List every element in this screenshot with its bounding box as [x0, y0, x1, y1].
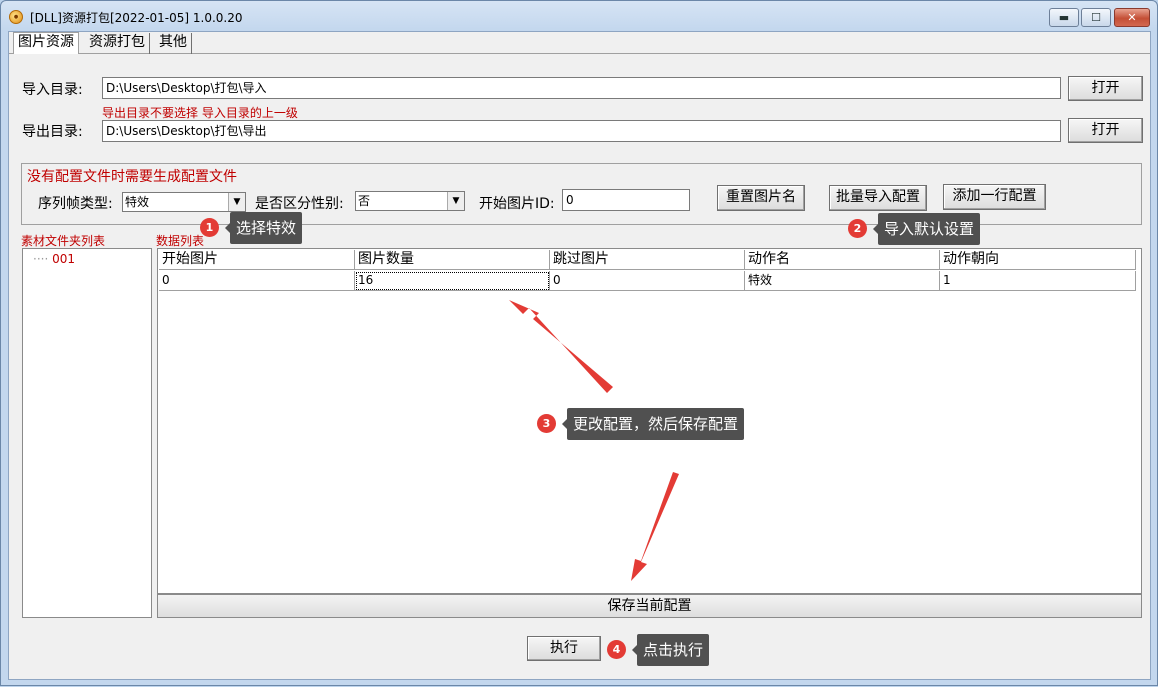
annotation-badge: 3	[537, 414, 556, 433]
app-window: ● [DLL]资源打包[2022-01-05] 1.0.0.20 ▬ ☐ ✕ 图…	[0, 0, 1158, 686]
annotation-callout: 选择特效	[224, 212, 303, 244]
annotation-callout: 点击执行	[631, 634, 710, 666]
arrow-shape	[631, 472, 679, 581]
annotation-arrows	[509, 300, 679, 581]
annotation-callout: 导入默认设置	[872, 213, 981, 245]
annotation-callout: 更改配置，然后保存配置	[561, 408, 745, 440]
annotation-badge: 2	[848, 219, 867, 238]
arrow-shape	[509, 300, 613, 393]
annotation-badge: 1	[200, 218, 219, 237]
annotation-badge: 4	[607, 640, 626, 659]
